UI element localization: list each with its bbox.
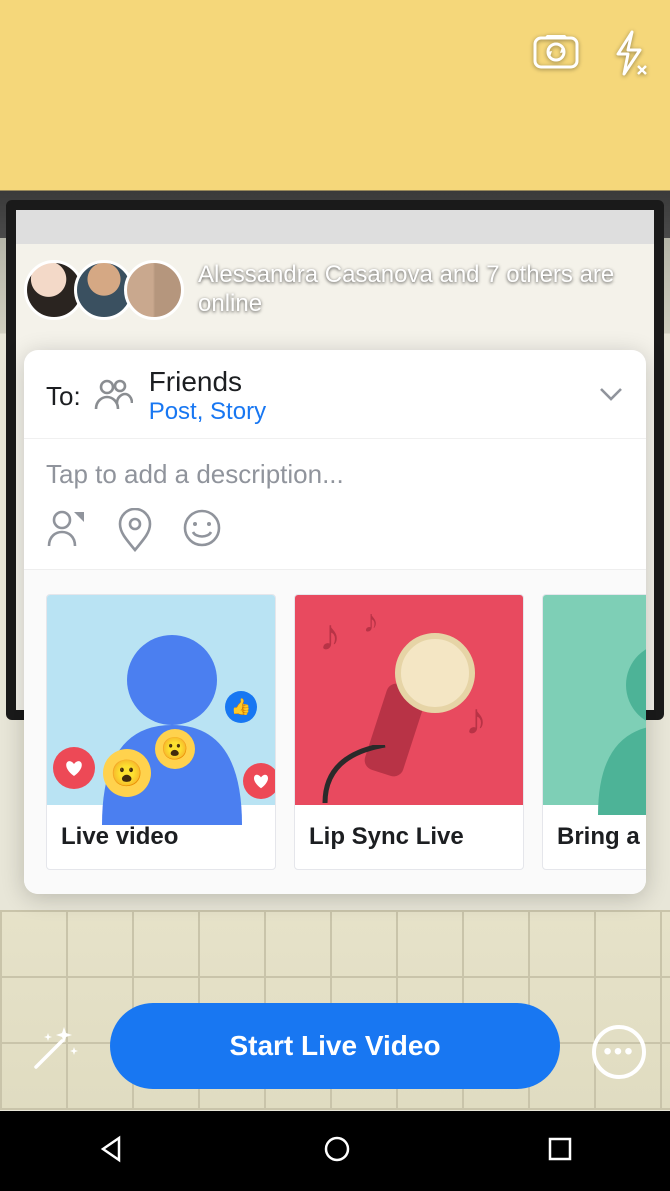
more-options-button[interactable]: ••• [592,1025,646,1079]
location-icon[interactable] [116,508,154,557]
option-bring-friend[interactable]: Bring a friend [542,594,646,870]
friends-icon [93,377,133,416]
to-label: To: [46,381,81,412]
description-input[interactable]: Tap to add a description... [46,459,624,490]
tag-people-icon[interactable] [46,508,88,557]
option-label: Lip Sync Live [295,805,523,869]
live-video-art: 😮 😮 👍 [47,595,275,805]
flash-off-icon[interactable] [610,30,650,81]
android-navbar [0,1111,670,1191]
audience-selector[interactable]: To: Friends Post, Story [24,350,646,438]
camera-switch-icon[interactable] [532,30,580,81]
live-setup-card: To: Friends Post, Story Tap to add a des… [24,350,646,894]
nav-back-icon[interactable] [97,1134,127,1169]
nav-recent-icon[interactable] [547,1136,573,1167]
effects-wand-icon[interactable] [28,1019,84,1075]
option-lip-sync[interactable]: ♪ ♪ ♪ Lip Sync Live [294,594,524,870]
audience-subtitle: Post, Story [149,398,598,426]
start-live-button[interactable]: Start Live Video [110,1003,560,1089]
start-live-label: Start Live Video [229,1030,440,1062]
online-avatars [24,260,184,320]
avatar [124,260,184,320]
lip-sync-art: ♪ ♪ ♪ [295,595,523,805]
online-friends-strip[interactable]: Alessandra Casanova and 7 others are onl… [24,260,646,320]
nav-home-icon[interactable] [322,1134,352,1169]
audience-title: Friends [149,366,598,398]
live-options-row: 😮 😮 👍 Live video ♪ ♪ ♪ Lip Sync Live [24,569,646,894]
bring-friend-art [543,595,646,805]
online-text: Alessandra Casanova and 7 others are onl… [198,261,646,319]
feeling-icon[interactable] [182,508,222,557]
option-live-video[interactable]: 😮 😮 👍 Live video [46,594,276,870]
chevron-down-icon [598,386,624,407]
ellipsis-icon: ••• [603,1038,634,1066]
